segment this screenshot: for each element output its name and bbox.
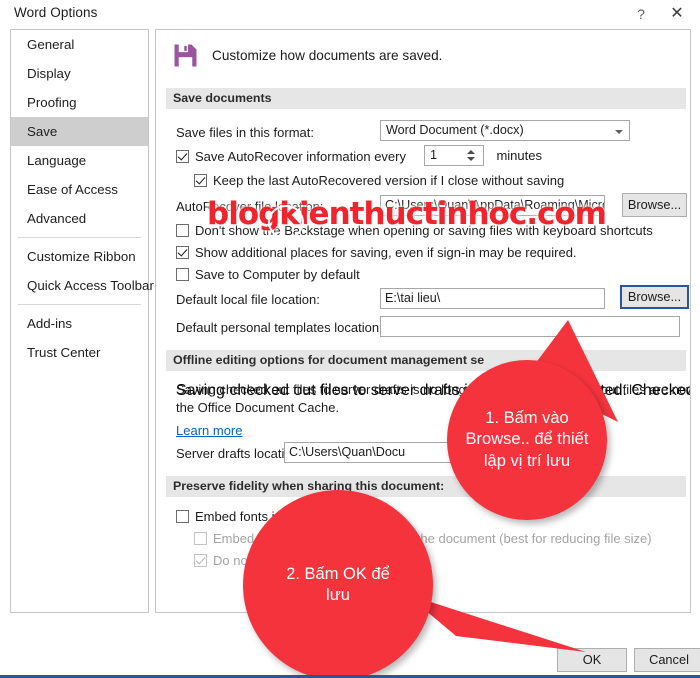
save-to-computer-label: Save to Computer by default — [195, 267, 360, 282]
embed-only-used-checkbox — [194, 532, 207, 545]
dont-show-backstage-checkbox[interactable] — [176, 224, 189, 237]
section-save-documents: Save documents — [166, 88, 686, 109]
autorecover-minutes-wrap: 1 minutes — [424, 145, 542, 166]
save-format-value: Word Document (*.docx) — [386, 123, 524, 137]
sidebar-item-ease-of-access[interactable]: Ease of Access — [11, 175, 148, 204]
do-not-embed-checkbox — [194, 554, 207, 567]
autorecover-row: Save AutoRecover information every — [176, 148, 406, 166]
sidebar-item-quick-access-toolbar[interactable]: Quick Access Toolbar — [11, 271, 154, 300]
keep-last-version-checkbox[interactable] — [194, 174, 207, 187]
sidebar-item-add-ins[interactable]: Add-ins — [11, 309, 148, 338]
save-to-computer-checkbox[interactable] — [176, 268, 189, 281]
autorecover-browse-wrap: Browse... — [622, 193, 687, 217]
autorecover-label: Save AutoRecover information every — [195, 149, 406, 164]
autorecover-browse-button[interactable]: Browse... — [622, 193, 687, 217]
default-templates-label: Default personal templates location: — [176, 320, 383, 335]
default-local-input-wrap: E:\tai lieu\ — [380, 288, 605, 309]
show-additional-places-label: Show additional places for saving, even … — [195, 245, 577, 260]
keep-last-row: Keep the last AutoRecovered version if I… — [194, 172, 564, 190]
content-header: Customize how documents are saved. — [172, 42, 442, 69]
sidebar-item-trust-center[interactable]: Trust Center — [11, 338, 148, 367]
title-bar: Word Options ? ✕ — [0, 0, 700, 29]
help-icon[interactable]: ? — [626, 2, 656, 26]
word-options-dialog: Word Options ? ✕ General Display Proofin… — [0, 0, 700, 678]
sidebar-divider-2 — [18, 304, 141, 305]
callout-1-text: 1. Bấm vào Browse.. để thiết lập vị trí … — [465, 409, 589, 470]
save-format-row: Save files in this format: — [176, 124, 314, 142]
section-preserve-fidelity: Preserve fidelity when sharing this docu… — [166, 476, 686, 497]
additional-places-row: Show additional places for saving, even … — [176, 244, 577, 262]
watermark-ellipse-icon — [268, 205, 304, 239]
callout-2-text: 2. Bấm OK để lưu — [286, 564, 390, 604]
sidebar-item-general[interactable]: General — [11, 30, 148, 59]
autorecover-minutes-stepper[interactable]: 1 — [424, 145, 484, 166]
sidebar-item-proofing[interactable]: Proofing — [11, 88, 148, 117]
offline-description-line-2: the Office Document Cache. — [176, 400, 340, 415]
learn-more-wrap: Learn more — [176, 422, 242, 440]
autorecover-minutes-unit: minutes — [496, 147, 542, 163]
save-floppy-icon — [174, 44, 197, 67]
autorecover-checkbox[interactable] — [176, 150, 189, 163]
close-icon[interactable]: ✕ — [662, 2, 692, 26]
learn-more-link[interactable]: Learn more — [176, 423, 242, 438]
sidebar-item-save[interactable]: Save — [11, 117, 148, 146]
sidebar-item-customize-ribbon[interactable]: Customize Ribbon — [11, 242, 148, 271]
keep-last-version-label: Keep the last AutoRecovered version if I… — [213, 173, 565, 188]
default-templates-row: Default personal templates location: — [176, 319, 383, 337]
default-local-row: Default local file location: — [176, 291, 320, 309]
watermark-text: blogkienthuctinhoc.com — [207, 196, 607, 232]
show-additional-places-checkbox[interactable] — [176, 246, 189, 259]
save-format-label: Save files in this format: — [176, 125, 314, 140]
save-format-combo-wrap: Word Document (*.docx) — [380, 120, 630, 141]
autorecover-minutes-value: 1 — [430, 148, 438, 162]
options-sidebar: General Display Proofing Save Language E… — [10, 29, 154, 613]
content-header-label: Customize how documents are saved. — [212, 48, 443, 63]
default-local-label: Default local file location: — [176, 292, 320, 307]
default-local-input[interactable]: E:\tai lieu\ — [380, 288, 605, 309]
default-local-browse-button[interactable]: Browse... — [620, 285, 689, 309]
save-format-select[interactable]: Word Document (*.docx) — [380, 120, 630, 141]
cancel-button[interactable]: Cancel — [634, 648, 700, 672]
embed-fonts-checkbox[interactable] — [176, 510, 189, 523]
stepper-up-icon[interactable] — [467, 150, 475, 154]
sidebar-item-display[interactable]: Display — [11, 59, 148, 88]
callout-2-bubble: 2. Bấm OK để lưu — [243, 490, 433, 675]
page-title: Word Options — [14, 5, 98, 20]
default-local-browse-wrap: Browse... — [620, 285, 689, 309]
save-to-computer-row: Save to Computer by default — [176, 266, 360, 284]
sidebar-divider-1 — [18, 237, 141, 238]
callout-1-bubble: 1. Bấm vào Browse.. để thiết lập vị trí … — [447, 360, 607, 520]
sidebar-item-advanced[interactable]: Advanced — [11, 204, 148, 233]
chevron-down-icon — [615, 130, 623, 134]
stepper-down-icon[interactable] — [467, 157, 475, 161]
sidebar-item-language[interactable]: Language — [11, 146, 148, 175]
